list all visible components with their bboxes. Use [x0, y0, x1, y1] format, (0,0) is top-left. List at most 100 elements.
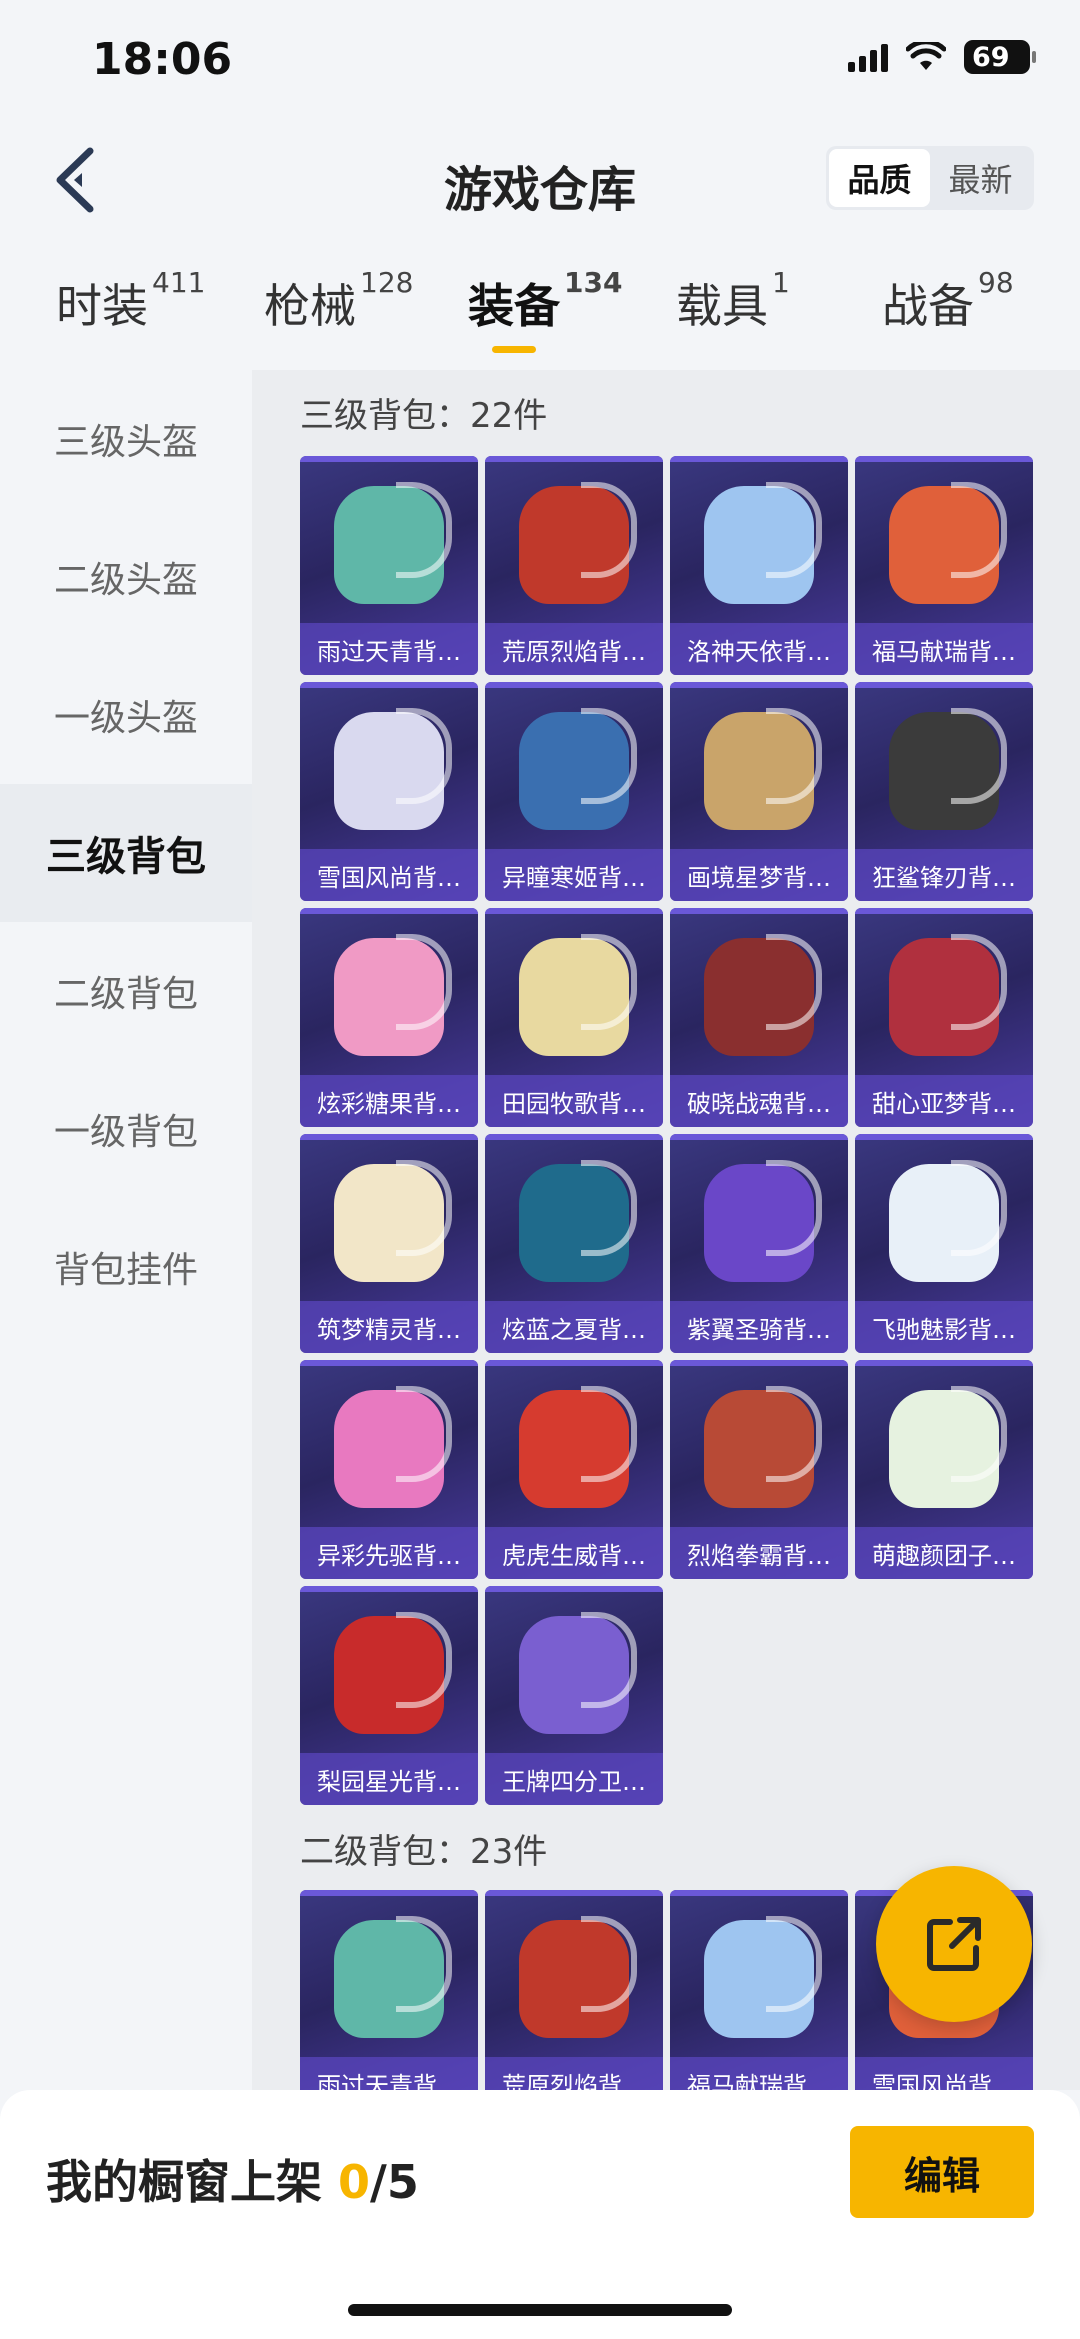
sidebar: 三级头盔 二级头盔 一级头盔 三级背包 二级背包 一级背包 背包挂件	[0, 370, 252, 2090]
item-card[interactable]: 甜心亚梦背…	[855, 908, 1033, 1127]
tab-count: 134	[564, 266, 623, 299]
showcase-total: /5	[370, 2155, 419, 2209]
item-card[interactable]: 筑梦精灵背…	[300, 1134, 478, 1353]
item-card[interactable]: 荒原烈焰背…	[485, 1890, 663, 2090]
sort-quality-button[interactable]: 品质	[829, 149, 930, 207]
status-time: 18:06	[92, 34, 233, 85]
share-fab-button[interactable]	[876, 1866, 1032, 2022]
item-name: 筑梦精灵背…	[300, 1301, 478, 1353]
item-name: 画境星梦背…	[670, 849, 848, 901]
item-name: 雨过天青背…	[300, 2057, 478, 2090]
bottom-bar: 我的橱窗上架 0/5 编辑	[0, 2090, 1080, 2339]
item-card[interactable]: 烈焰拳霸背…	[670, 1360, 848, 1579]
item-name: 炫蓝之夏背…	[485, 1301, 663, 1353]
item-name: 洛神天依背…	[670, 623, 848, 675]
section-title: 三级背包：22件	[300, 396, 548, 436]
tab-label: 战备	[882, 279, 974, 333]
item-list[interactable]: 三级背包：22件 雨过天青背… 荒原烈焰背… 洛神天依背… 福马献瑞背… 雪国风尚背… 异…	[252, 370, 1080, 2090]
item-card[interactable]: 萌趣颜团子…	[855, 1360, 1033, 1579]
showcase-status: 我的橱窗上架 0/5	[46, 2146, 419, 2212]
item-name: 炫彩糖果背…	[300, 1075, 478, 1127]
section-title: 二级背包：23件	[300, 1832, 548, 1872]
tab-count: 98	[978, 266, 1014, 299]
item-card[interactable]: 异瞳寒姬背…	[485, 682, 663, 901]
item-card[interactable]: 王牌四分卫…	[485, 1586, 663, 1805]
header: 游戏仓库 品质 最新	[0, 120, 1080, 240]
active-tab-indicator	[492, 346, 536, 353]
category-tabs: 时装 411 枪械 128 装备 134 载具 1 战备 98	[0, 260, 1080, 370]
signal-icon	[848, 42, 888, 72]
sidebar-item-backpack-3[interactable]: 三级背包	[0, 784, 252, 922]
tab-equipment[interactable]: 装备 134	[468, 266, 622, 336]
tab-label: 载具	[676, 279, 768, 333]
battery-icon: 69	[964, 40, 1036, 74]
status-bar: 18:06 69	[0, 0, 1080, 120]
item-card[interactable]: 飞驰魅影背…	[855, 1134, 1033, 1353]
item-card[interactable]: 雨过天青背…	[300, 1890, 478, 2090]
status-icons: 69	[848, 40, 1036, 74]
item-card[interactable]: 梨园星光背…	[300, 1586, 478, 1805]
item-card[interactable]: 雨过天青背…	[300, 456, 478, 675]
item-name: 破晓战魂背…	[670, 1075, 848, 1127]
item-card[interactable]: 炫蓝之夏背…	[485, 1134, 663, 1353]
tab-fashion[interactable]: 时装 411	[56, 266, 205, 336]
item-name: 虎虎生威背…	[485, 1527, 663, 1579]
edit-button[interactable]: 编辑	[850, 2126, 1034, 2218]
item-name: 烈焰拳霸背…	[670, 1527, 848, 1579]
showcase-label: 我的橱窗上架	[46, 2155, 339, 2209]
home-indicator	[348, 2304, 732, 2316]
item-card[interactable]: 洛神天依背…	[670, 456, 848, 675]
tab-firearms[interactable]: 枪械 128	[264, 266, 413, 336]
wifi-icon	[906, 42, 946, 70]
tab-count: 128	[360, 266, 414, 299]
item-name: 雪国风尚背…	[300, 849, 478, 901]
tab-label: 枪械	[264, 279, 356, 333]
tab-label: 装备	[468, 279, 560, 333]
tab-count: 411	[152, 266, 206, 299]
item-name: 紫翼圣骑背…	[670, 1301, 848, 1353]
item-card[interactable]: 破晓战魂背…	[670, 908, 848, 1127]
item-name: 异瞳寒姬背…	[485, 849, 663, 901]
battery-level: 69	[972, 41, 1010, 73]
item-card[interactable]: 荒原烈焰背…	[485, 456, 663, 675]
sidebar-item-backpack-2[interactable]: 二级背包	[0, 922, 252, 1060]
item-name: 雪国风尚背…	[855, 2057, 1033, 2090]
item-card[interactable]: 福马献瑞背…	[855, 456, 1033, 675]
sidebar-item-helmet-1[interactable]: 一级头盔	[0, 646, 252, 784]
tab-label: 时装	[56, 279, 148, 333]
item-grid: 雨过天青背… 荒原烈焰背… 洛神天依背… 福马献瑞背… 雪国风尚背… 异瞳寒姬背… 画境星梦…	[300, 456, 1033, 1805]
item-card[interactable]: 紫翼圣骑背…	[670, 1134, 848, 1353]
item-name: 甜心亚梦背…	[855, 1075, 1033, 1127]
tab-vehicles[interactable]: 载具 1	[676, 266, 790, 336]
item-name: 福马献瑞背…	[855, 623, 1033, 675]
item-card[interactable]: 虎虎生威背…	[485, 1360, 663, 1579]
sort-toggle: 品质 最新	[826, 146, 1034, 210]
item-name: 荒原烈焰背…	[485, 2057, 663, 2090]
sidebar-item-helmet-2[interactable]: 二级头盔	[0, 508, 252, 646]
item-name: 狂鲨锋刃背…	[855, 849, 1033, 901]
tab-count: 1	[772, 266, 790, 299]
item-name: 萌趣颜团子…	[855, 1527, 1033, 1579]
item-name: 飞驰魅影背…	[855, 1301, 1033, 1353]
item-card[interactable]: 田园牧歌背…	[485, 908, 663, 1127]
item-card[interactable]: 异彩先驱背…	[300, 1360, 478, 1579]
item-card[interactable]: 画境星梦背…	[670, 682, 848, 901]
sidebar-item-backpack-charm[interactable]: 背包挂件	[0, 1198, 252, 1336]
showcase-count: 0	[338, 2155, 371, 2209]
sort-newest-button[interactable]: 最新	[930, 149, 1031, 207]
item-name: 雨过天青背…	[300, 623, 478, 675]
item-name: 梨园星光背…	[300, 1753, 478, 1805]
item-name: 田园牧歌背…	[485, 1075, 663, 1127]
item-name: 王牌四分卫…	[485, 1753, 663, 1805]
item-name: 异彩先驱背…	[300, 1527, 478, 1579]
item-card[interactable]: 雪国风尚背…	[300, 682, 478, 901]
external-link-icon	[927, 1917, 981, 1971]
tab-supplies[interactable]: 战备 98	[882, 266, 1014, 336]
sidebar-item-backpack-1[interactable]: 一级背包	[0, 1060, 252, 1198]
item-name: 福马献瑞背…	[670, 2057, 848, 2090]
item-name: 荒原烈焰背…	[485, 623, 663, 675]
item-card[interactable]: 福马献瑞背…	[670, 1890, 848, 2090]
sidebar-item-helmet-3[interactable]: 三级头盔	[0, 370, 252, 508]
item-card[interactable]: 狂鲨锋刃背…	[855, 682, 1033, 901]
item-card[interactable]: 炫彩糖果背…	[300, 908, 478, 1127]
